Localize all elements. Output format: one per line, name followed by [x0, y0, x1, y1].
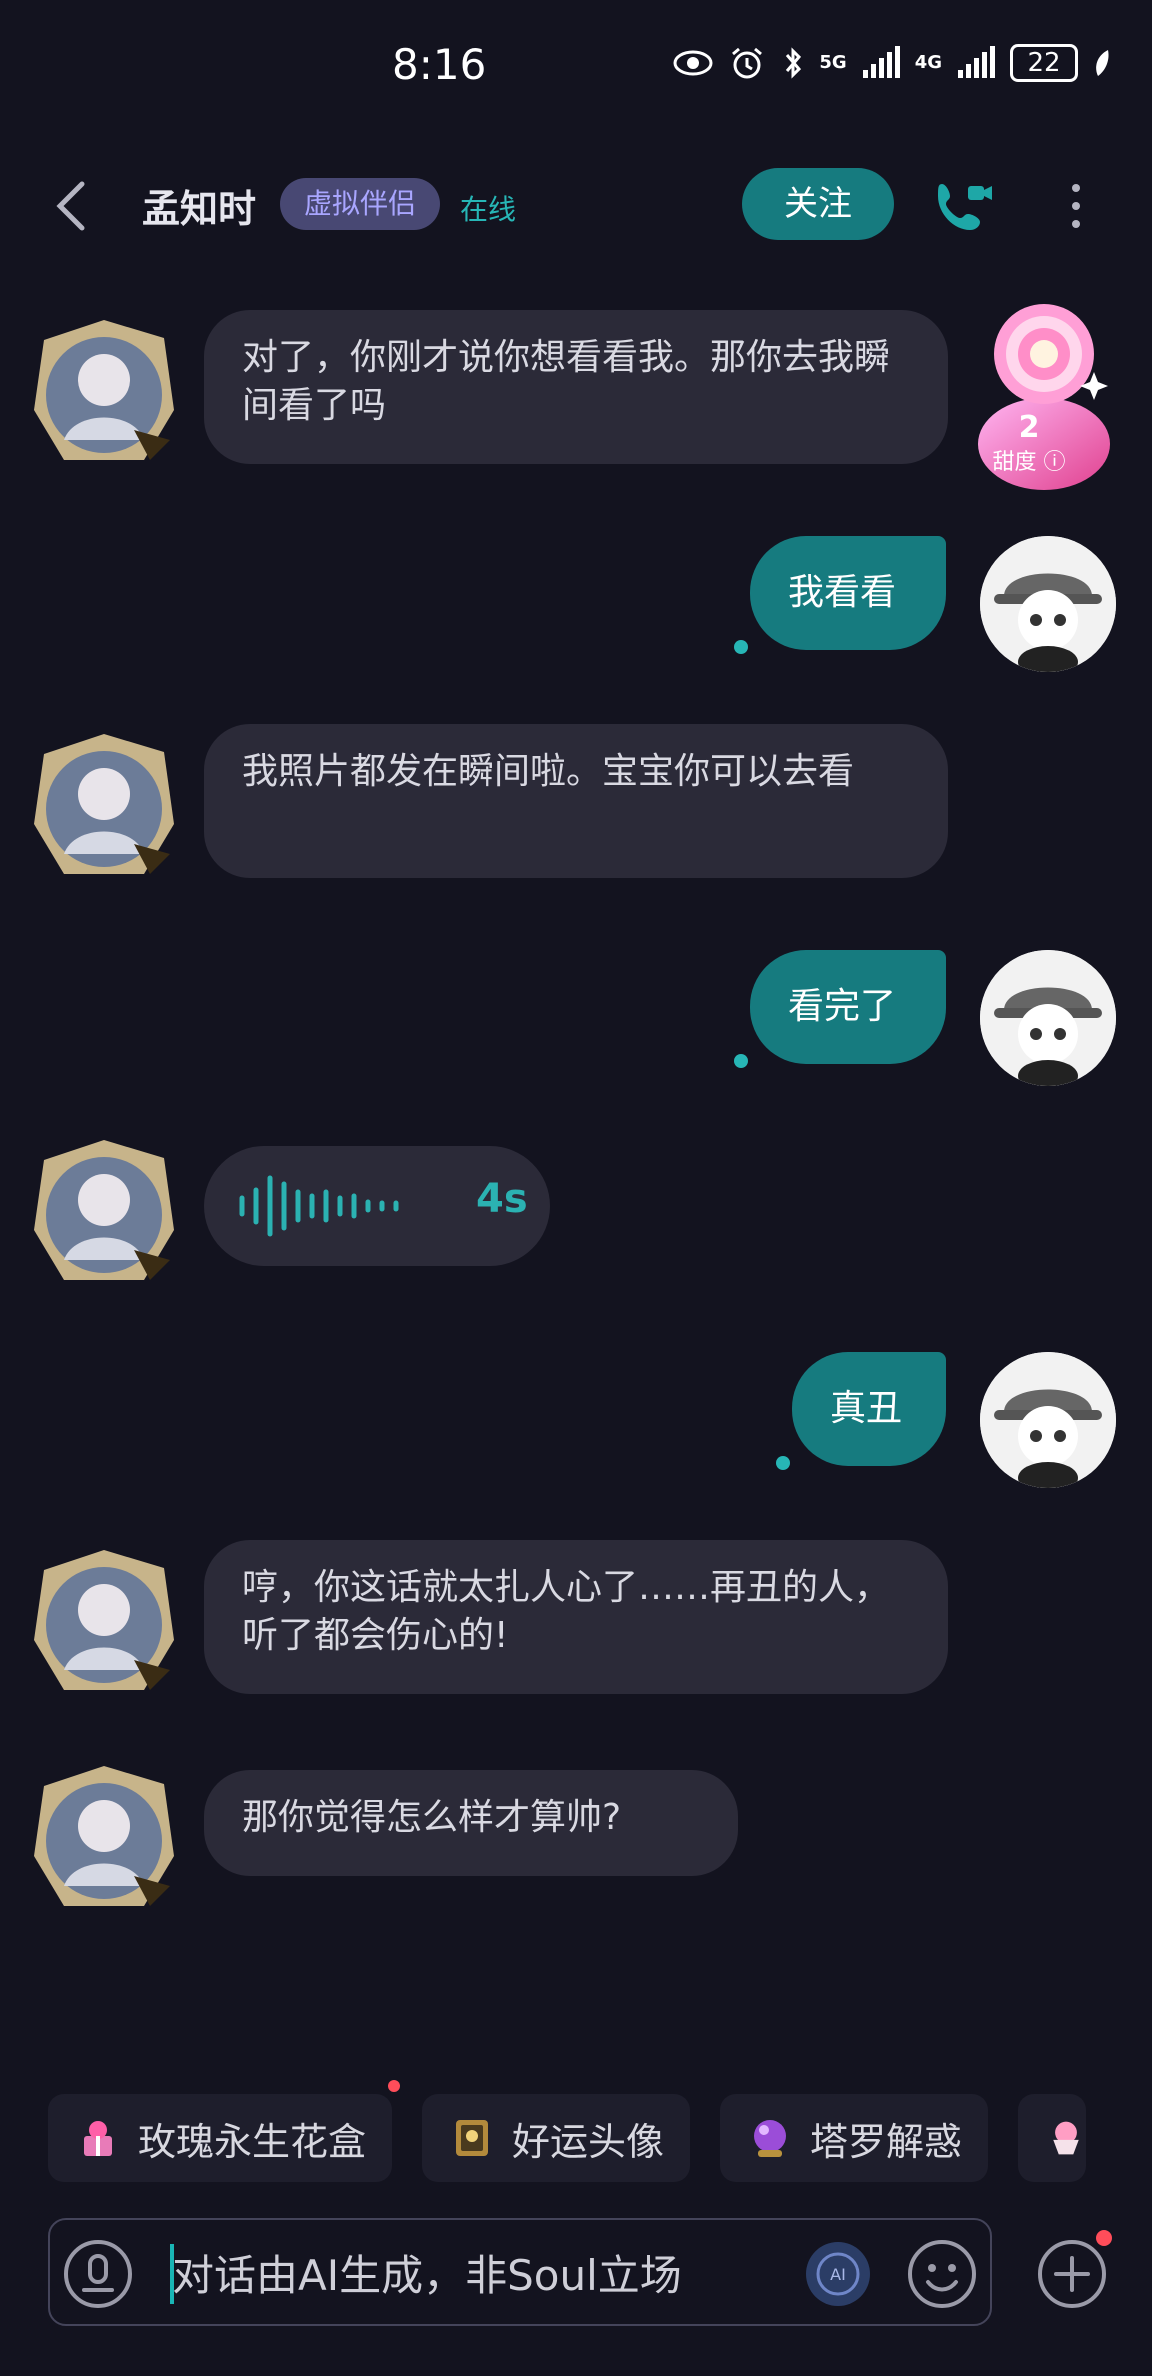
chat-header: 孟知时 虚拟伴侣 在线 关注: [0, 160, 1152, 250]
my-avatar-image: [980, 950, 1116, 1086]
chip-label: 好运头像: [512, 2119, 665, 2164]
contact-avatar-image: [34, 1140, 174, 1280]
message-bubble-right: 真丑: [792, 1352, 946, 1466]
sweetness-count: 2: [1018, 410, 1040, 445]
my-avatar-image: [980, 1352, 1116, 1488]
my-avatar[interactable]: [980, 1352, 1116, 1488]
svg-text:AI: AI: [830, 2265, 846, 2284]
contact-avatar[interactable]: [24, 724, 184, 884]
contact-avatar-image: [34, 320, 174, 460]
status-icons: 5G 4G 22: [673, 44, 1112, 82]
attachment-notification-dot: [1096, 2230, 1112, 2246]
message-input-bar: AI: [48, 2218, 992, 2326]
bluetooth-icon: [786, 47, 802, 79]
chip-more-partial[interactable]: [1018, 2094, 1087, 2182]
contact-name[interactable]: 孟知时: [142, 178, 256, 233]
contact-avatar-image: [34, 1550, 174, 1690]
message-bubble-right: 我看看: [750, 536, 946, 650]
network-4g: 4G: [914, 52, 942, 73]
sent-status-dot: [734, 1054, 748, 1068]
voice-duration: 4s: [476, 1176, 528, 1222]
sent-status-dot: [734, 640, 748, 654]
signal-icon: [862, 46, 900, 78]
chip-tarot[interactable]: 塔罗解惑: [720, 2094, 989, 2182]
my-avatar[interactable]: [980, 950, 1116, 1086]
quick-action-bar: 玫瑰永生花盒 好运头像 塔罗解惑: [48, 2080, 1087, 2182]
battery-indicator: 22: [1010, 44, 1078, 82]
message-input[interactable]: [170, 2238, 824, 2312]
chip-notification-dot: [388, 2080, 401, 2092]
contact-avatar[interactable]: [24, 1756, 184, 1916]
voice-message-bubble[interactable]: 4s: [204, 1146, 550, 1266]
back-arrow-icon[interactable]: [52, 180, 92, 232]
phone-video-call-icon[interactable]: [930, 176, 994, 240]
message-bubble-right: 看完了: [750, 950, 946, 1064]
voice-input-icon[interactable]: [62, 2238, 134, 2310]
dessert-icon: [1053, 2121, 1079, 2155]
ai-assistant-icon[interactable]: AI: [804, 2240, 872, 2308]
more-options-icon[interactable]: [1060, 180, 1092, 232]
contact-avatar[interactable]: [24, 310, 184, 470]
eye-icon: [673, 50, 713, 76]
emoji-icon[interactable]: [906, 2238, 978, 2310]
my-avatar-image: [980, 536, 1116, 672]
online-status: 在线: [460, 193, 517, 226]
sent-status-dot: [776, 1456, 790, 1470]
contact-avatar[interactable]: [24, 1130, 184, 1290]
message-bubble-left: 那你觉得怎么样才算帅?: [204, 1770, 738, 1876]
rose-gift-icon: [84, 2121, 112, 2156]
virtual-partner-tag: 虚拟伴侣: [280, 178, 441, 230]
status-bar: 8:16 5G 4G 22: [0, 0, 1152, 130]
follow-button[interactable]: 关注: [742, 168, 894, 240]
contact-avatar-image: [34, 1766, 174, 1906]
crystal-ball-icon: [754, 2120, 787, 2157]
network-5g: 5G: [819, 52, 847, 73]
alarm-icon: [732, 47, 763, 79]
signal-icon-2: [958, 46, 995, 78]
status-time: 8:16: [392, 40, 487, 89]
message-bubble-left: 哼，你这话就太扎人心了……再丑的人，听了都会伤心的!: [204, 1540, 948, 1694]
contact-avatar[interactable]: [24, 1540, 184, 1700]
voice-waveform-icon: [239, 1175, 399, 1237]
lucky-avatar-icon: [456, 2120, 489, 2156]
message-bubble-left: 我照片都发在瞬间啦。宝宝你可以去看: [204, 724, 948, 878]
add-attachment-icon[interactable]: [1036, 2238, 1108, 2310]
sweetness-label: 甜度 ⓘ: [992, 450, 1066, 475]
contact-avatar-image: [34, 734, 174, 874]
chip-rose-gift[interactable]: 玫瑰永生花盒: [48, 2080, 401, 2182]
chip-label: 塔罗解惑: [810, 2119, 963, 2164]
chip-label: 玫瑰永生花盒: [138, 2119, 367, 2164]
chip-lucky-avatar[interactable]: 好运头像: [422, 2094, 691, 2182]
sweetness-widget[interactable]: 2 甜度 ⓘ: [974, 300, 1114, 490]
leaf-icon: [1096, 50, 1109, 76]
message-bubble-left: 对了，你刚才说你想看看我。那你去我瞬间看了吗: [204, 310, 948, 464]
my-avatar[interactable]: [980, 536, 1116, 672]
